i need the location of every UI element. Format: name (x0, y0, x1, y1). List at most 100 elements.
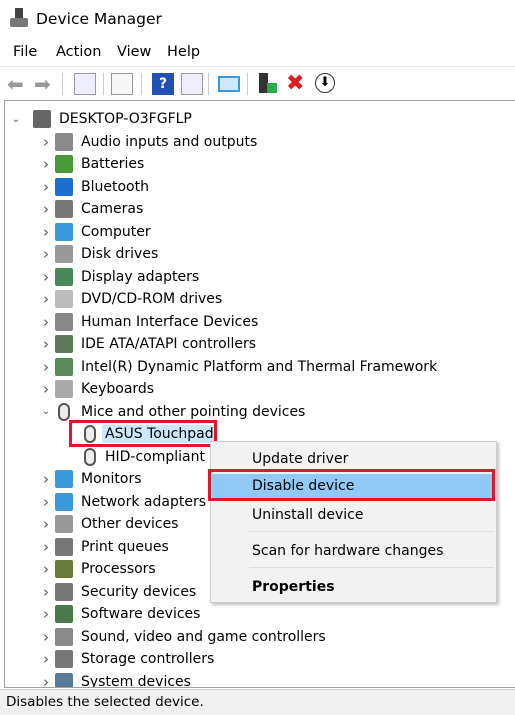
computer-icon (33, 110, 51, 128)
disable-icon[interactable]: ⬇ (315, 73, 335, 93)
chevron-right-icon[interactable]: › (41, 673, 51, 688)
chevron-right-icon[interactable]: › (41, 358, 51, 376)
forward-icon[interactable]: ➡ (34, 73, 56, 95)
tree-root[interactable]: ⌄ DESKTOP-O3FGFLP (5, 108, 505, 130)
chevron-right-icon[interactable]: › (41, 493, 51, 511)
disk-icon (55, 245, 73, 263)
tree-item-label: Security devices (81, 583, 197, 600)
menu-item-properties[interactable]: Properties (211, 575, 496, 601)
tree-category-item[interactable]: › Human Interface Devices (5, 311, 505, 333)
chevron-right-icon[interactable]: › (41, 538, 51, 556)
unknown-device-icon (55, 515, 73, 533)
camera-icon (55, 200, 73, 218)
menu-separator (249, 567, 494, 568)
tree-item-label: Display adapters (81, 268, 200, 285)
chevron-right-icon[interactable]: › (41, 268, 51, 286)
chevron-down-icon[interactable]: ⌄ (41, 406, 51, 417)
menu-action[interactable]: Action (56, 44, 101, 60)
tree-item-label: IDE ATA/ATAPI controllers (81, 336, 257, 352)
chevron-right-icon[interactable]: › (41, 178, 51, 196)
chevron-right-icon[interactable]: › (41, 560, 51, 578)
network-icon (55, 492, 73, 511)
tree-item-label: DVD/CD-ROM drives (81, 291, 223, 307)
mouse-icon (58, 402, 70, 421)
tree-category-item[interactable]: › Software devices (5, 603, 505, 625)
menu-item-scan-hardware[interactable]: Scan for hardware changes (211, 539, 496, 565)
chevron-right-icon[interactable]: › (41, 335, 51, 353)
tree-category-item[interactable]: › Bluetooth (5, 176, 505, 198)
speaker-icon (55, 132, 73, 151)
chevron-right-icon[interactable]: › (41, 133, 51, 151)
chevron-right-icon[interactable]: › (41, 380, 51, 398)
tree-category-item[interactable]: › Cameras (5, 198, 505, 220)
show-hide-console-tree-icon[interactable] (74, 73, 96, 95)
scan-hardware-icon[interactable] (218, 76, 240, 92)
tree-item-label: Sound, video and game controllers (81, 628, 326, 645)
toolbar: ⬅ ➡ ? ✖ ⬇ (0, 66, 515, 100)
menu-separator (249, 531, 494, 532)
bluetooth-icon (55, 177, 73, 196)
ide-icon (55, 335, 73, 353)
system-icon (55, 672, 73, 687)
menu-item-uninstall-device[interactable]: Uninstall device (211, 503, 496, 529)
chevron-right-icon[interactable]: › (41, 290, 51, 308)
tree-category-item[interactable]: › Computer (5, 221, 505, 243)
chevron-right-icon[interactable]: › (41, 200, 51, 218)
speaker-icon (55, 627, 73, 646)
menu-bar: File Action View Help (0, 40, 515, 66)
tree-category-item[interactable]: › Storage controllers (5, 648, 505, 670)
software-device-icon (55, 605, 73, 623)
chevron-right-icon[interactable]: › (41, 223, 51, 241)
battery-icon (55, 155, 73, 173)
chevron-right-icon[interactable]: › (41, 515, 51, 533)
tree-category-item[interactable]: › Keyboards (5, 378, 505, 400)
display-adapter-icon (55, 267, 73, 286)
tree-item-label: Processors (81, 561, 156, 577)
keyboard-icon (55, 380, 73, 398)
chevron-right-icon[interactable]: › (41, 583, 51, 601)
security-icon (55, 582, 73, 601)
tree-category-item[interactable]: › System devices (5, 671, 505, 688)
chevron-right-icon[interactable]: › (41, 605, 51, 623)
tree-category-item[interactable]: › DVD/CD-ROM drives (5, 288, 505, 310)
menu-help[interactable]: Help (167, 44, 200, 60)
menu-item-label: Uninstall device (252, 507, 364, 523)
window-title: Device Manager (36, 10, 162, 28)
show-action-pane-icon[interactable] (181, 73, 203, 95)
tree-category-item[interactable]: › Display adapters (5, 266, 505, 288)
tree-category-item[interactable]: › Intel(R) Dynamic Platform and Thermal F… (5, 356, 505, 378)
properties-icon[interactable] (111, 73, 133, 95)
menu-item-label: Update driver (252, 451, 349, 467)
chevron-right-icon[interactable]: › (41, 650, 51, 668)
tree-item-label: Bluetooth (81, 178, 149, 195)
processor-icon (55, 560, 73, 578)
mouse-icon (84, 447, 96, 466)
tree-item-label: Intel(R) Dynamic Platform and Thermal Fr… (81, 358, 438, 375)
status-bar: Disables the selected device. (0, 689, 515, 715)
tree-category-item[interactable]: › Audio inputs and outputs (5, 131, 505, 153)
tree-category-item[interactable]: › Disk drives (5, 243, 505, 265)
uninstall-icon[interactable]: ✖ (286, 73, 308, 95)
tree-item-label: Computer (81, 223, 151, 240)
tree-category-item[interactable]: › Sound, video and game controllers (5, 626, 505, 648)
tree-item-label: Software devices (81, 606, 201, 622)
annotation-box-touchpad (69, 420, 217, 447)
menu-view[interactable]: View (117, 44, 151, 60)
chevron-right-icon[interactable]: › (41, 628, 51, 646)
chevron-right-icon[interactable]: › (41, 470, 51, 488)
back-icon[interactable]: ⬅ (7, 73, 29, 95)
tree-category-item[interactable]: › IDE ATA/ATAPI controllers (5, 333, 505, 355)
chevron-right-icon[interactable]: › (41, 155, 51, 173)
tree-category-item[interactable]: › Batteries (5, 153, 505, 175)
update-driver-icon[interactable] (259, 73, 277, 95)
tree-item-label: Keyboards (81, 381, 155, 397)
help-icon[interactable]: ? (152, 73, 174, 95)
tree-item-label: System devices (81, 673, 191, 688)
storage-icon (55, 650, 73, 668)
menu-file[interactable]: File (13, 44, 37, 60)
monitor-icon (55, 222, 73, 241)
tree-item-label: Batteries (81, 156, 145, 172)
chevron-down-icon[interactable]: ⌄ (11, 114, 21, 125)
chevron-right-icon[interactable]: › (41, 313, 51, 331)
chevron-right-icon[interactable]: › (41, 245, 51, 263)
